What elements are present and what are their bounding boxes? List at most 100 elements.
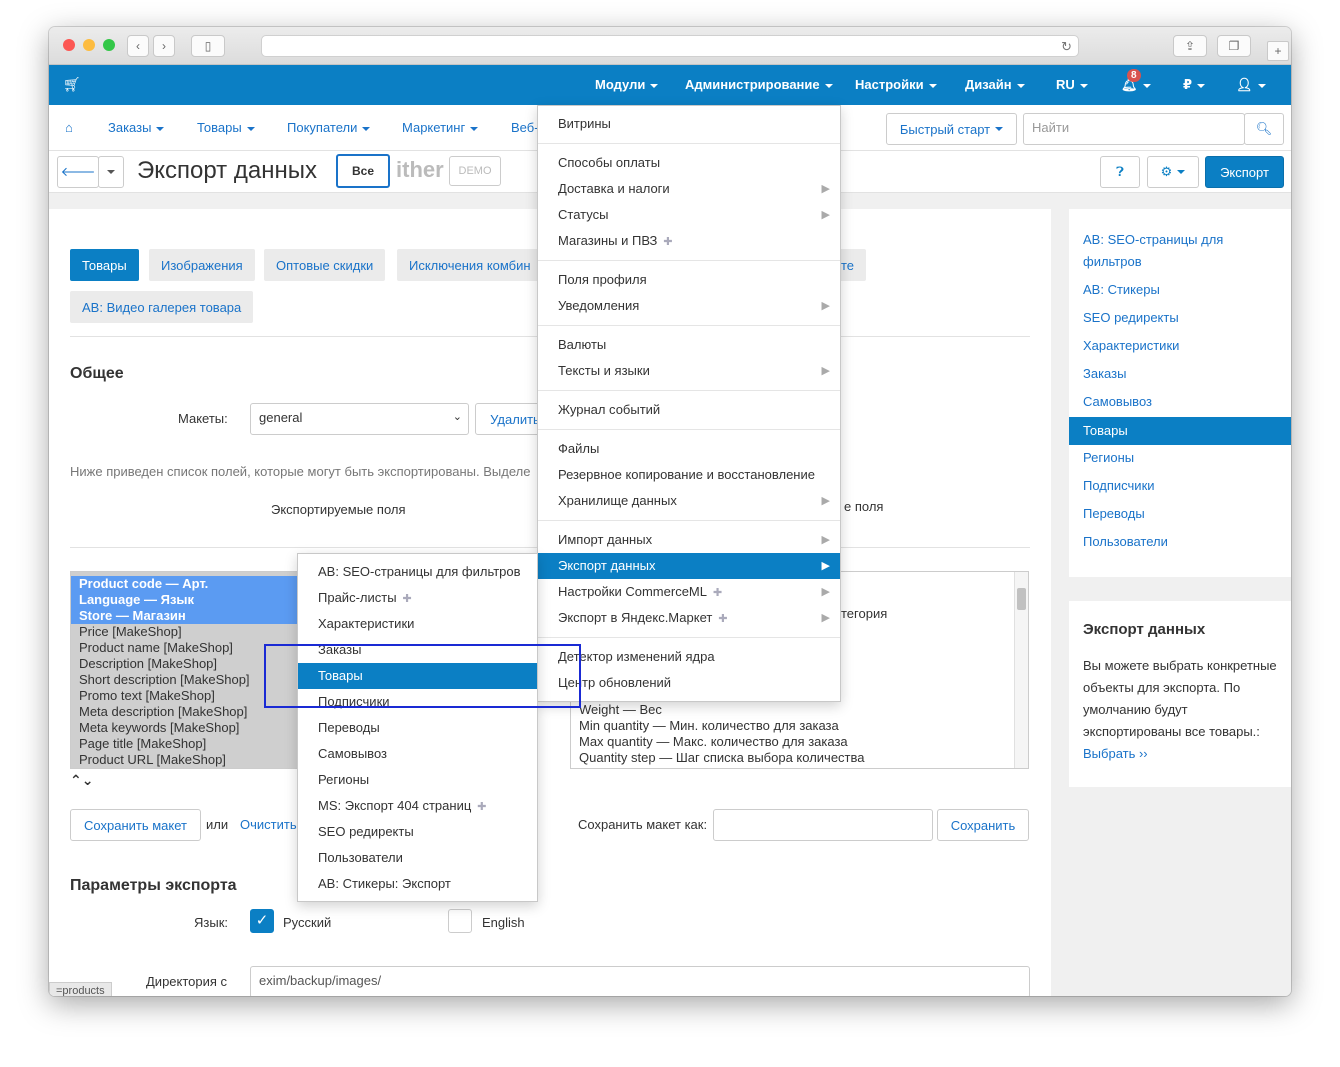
tab-combination-exceptions[interactable]: Исключения комбин: [397, 249, 543, 281]
sidebar-link-seo-pages[interactable]: AB: SEO-страницы для фильтров: [1083, 229, 1273, 273]
new-tab-button[interactable]: +: [1267, 41, 1289, 61]
menu-item-files[interactable]: Файлы: [538, 436, 840, 462]
back-button[interactable]: 🡐: [57, 156, 99, 188]
sidebar-link-stickers[interactable]: AB: Стикеры: [1083, 279, 1160, 301]
menu-item-profile-fields[interactable]: Поля профиля: [538, 267, 840, 293]
menu-item-event-log[interactable]: Журнал событий: [538, 397, 840, 423]
menu-item-stores-pickup[interactable]: Магазины и ПВЗ ✚: [538, 228, 840, 254]
menu-item-backup-restore[interactable]: Резервное копирование и восстановление: [538, 462, 840, 488]
list-item[interactable]: Min quantity — Мин. количество для заказ…: [571, 718, 839, 734]
tab-products[interactable]: Товары: [70, 249, 139, 281]
tab-images[interactable]: Изображения: [149, 249, 255, 281]
list-item[interactable]: Store — Магазин: [71, 608, 301, 624]
sidebar-link-products[interactable]: Товары: [1083, 420, 1128, 442]
menu-item-import-data[interactable]: Импорт данных ▶: [538, 527, 840, 553]
list-item[interactable]: Quantity step — Шаг списка выбора количе…: [571, 750, 865, 766]
sidebar-link-pickup[interactable]: Самовывоз: [1083, 391, 1152, 413]
list-item[interactable]: Price [MakeShop]: [71, 624, 301, 640]
sidebar-link-translations[interactable]: Переводы: [1083, 503, 1145, 525]
submenu-item-seo-redirects[interactable]: SEO редиректы: [298, 819, 537, 845]
directory-input[interactable]: exim/backup/images/: [250, 966, 1030, 996]
list-item[interactable]: Weight — Вес: [571, 702, 662, 718]
save-layout-button[interactable]: Сохранить макет: [70, 809, 201, 841]
list-item[interactable]: Product code — Арт.: [71, 576, 301, 592]
layout-select[interactable]: general ⌄: [250, 403, 469, 435]
nav-design[interactable]: Дизайн: [965, 77, 1025, 92]
submenu-item-404-export[interactable]: MS: Экспорт 404 страниц ✚: [298, 793, 537, 819]
menu-item-export-data[interactable]: Экспорт данных ▶: [538, 553, 840, 579]
search-button[interactable]: 🔍︎: [1244, 113, 1284, 145]
menu-item-core-detector[interactable]: Детектор изменений ядра: [538, 644, 840, 670]
move-up-down-icon[interactable]: ⌃⌄: [70, 772, 93, 789]
cart-icon[interactable]: 🛒︎: [63, 76, 81, 93]
list-item[interactable]: Meta keywords [MakeShop]: [71, 720, 301, 736]
nav-modules[interactable]: Модули: [595, 77, 659, 92]
save-button[interactable]: Сохранить: [937, 809, 1029, 841]
back-dropdown-button[interactable]: [98, 156, 124, 188]
list-item[interactable]: Language — Язык: [71, 592, 301, 608]
nav-settings[interactable]: Настройки: [855, 77, 937, 92]
back-nav-button[interactable]: ‹: [127, 35, 149, 57]
sidebar-link-regions[interactable]: Регионы: [1083, 447, 1134, 469]
close-window-button[interactable]: [63, 39, 75, 51]
sidebar-link-subscribers[interactable]: Подписчики: [1083, 475, 1155, 497]
all-stores-button[interactable]: Все: [336, 154, 390, 188]
submenu-item-pickup[interactable]: Самовывоз: [298, 741, 537, 767]
home-icon[interactable]: ⌂: [65, 120, 73, 135]
reload-icon[interactable]: ↻: [1061, 39, 1072, 55]
info-select-link[interactable]: Выбрать ››: [1083, 743, 1148, 765]
subnav-products[interactable]: Товары: [197, 120, 255, 135]
share-button[interactable]: ⇪: [1173, 35, 1207, 57]
submenu-item-features[interactable]: Характеристики: [298, 611, 537, 637]
quick-start-button[interactable]: Быстрый старт: [886, 113, 1017, 145]
submenu-item-price-lists[interactable]: Прайс-листы ✚: [298, 585, 537, 611]
subnav-web[interactable]: Веб-: [511, 120, 539, 135]
lang-ru-checkbox[interactable]: ✓: [250, 909, 274, 933]
menu-item-yandex-market[interactable]: Экспорт в Яндекс.Маркет ✚ ▶: [538, 605, 840, 631]
sidebar-link-features[interactable]: Характеристики: [1083, 335, 1179, 357]
menu-item-payment-methods[interactable]: Способы оплаты: [538, 150, 840, 176]
zoom-window-button[interactable]: [103, 39, 115, 51]
list-item[interactable]: Page title [MakeShop]: [71, 736, 301, 752]
store-logo[interactable]: ither: [396, 157, 444, 183]
sidebar-link-users[interactable]: Пользователи: [1083, 531, 1168, 553]
minimize-window-button[interactable]: [83, 39, 95, 51]
list-item[interactable]: Product URL [MakeShop]: [71, 752, 301, 768]
settings-gear-button[interactable]: ⚙: [1147, 156, 1199, 188]
list-item[interactable]: Max quantity — Макс. количество для зака…: [571, 734, 848, 750]
menu-item-shipping-taxes[interactable]: Доставка и налоги ▶: [538, 176, 840, 202]
search-input[interactable]: Найти: [1023, 113, 1245, 145]
scrollbar-thumb[interactable]: [1017, 588, 1026, 610]
menu-item-statuses[interactable]: Статусы ▶: [538, 202, 840, 228]
menu-item-data-storage[interactable]: Хранилище данных ▶: [538, 488, 840, 514]
save-as-input[interactable]: [713, 809, 933, 841]
menu-item-update-center[interactable]: Центр обновлений: [538, 670, 840, 696]
submenu-item-stickers-export[interactable]: AB: Стикеры: Экспорт: [298, 871, 537, 897]
tab-wholesale-discounts[interactable]: Оптовые скидки: [264, 249, 386, 281]
forward-nav-button[interactable]: ›: [153, 35, 175, 57]
list-scrollbar[interactable]: [1014, 572, 1028, 768]
menu-item-storefronts[interactable]: Витрины: [538, 111, 840, 137]
sidebar-toggle-button[interactable]: ▯: [191, 35, 225, 57]
demo-store-button[interactable]: DEMO: [449, 156, 501, 186]
nav-currency[interactable]: ₽: [1183, 77, 1206, 93]
tab-video-gallery[interactable]: AB: Видео галерея товара: [70, 291, 254, 323]
nav-language[interactable]: RU: [1056, 77, 1088, 92]
menu-item-notifications[interactable]: Уведомления ▶: [538, 293, 840, 319]
lang-en-checkbox[interactable]: [448, 909, 472, 933]
menu-item-currencies[interactable]: Валюты: [538, 332, 840, 358]
submenu-item-users[interactable]: Пользователи: [298, 845, 537, 871]
subnav-customers[interactable]: Покупатели: [287, 120, 371, 135]
export-button[interactable]: Экспорт: [1205, 156, 1284, 188]
menu-item-commerceml[interactable]: Настройки CommerceML ✚ ▶: [538, 579, 840, 605]
submenu-item-translations[interactable]: Переводы: [298, 715, 537, 741]
help-button[interactable]: ❓︎: [1100, 156, 1140, 188]
submenu-item-seo-pages[interactable]: AB: SEO-страницы для фильтров: [298, 559, 537, 585]
subnav-orders[interactable]: Заказы: [108, 120, 165, 135]
menu-item-texts-languages[interactable]: Тексты и языки ▶: [538, 358, 840, 384]
submenu-item-regions[interactable]: Регионы: [298, 767, 537, 793]
subnav-marketing[interactable]: Маркетинг: [402, 120, 479, 135]
clear-link[interactable]: Очистить: [240, 817, 297, 832]
nav-administration[interactable]: Администрирование: [685, 77, 833, 92]
sidebar-link-orders[interactable]: Заказы: [1083, 363, 1126, 385]
